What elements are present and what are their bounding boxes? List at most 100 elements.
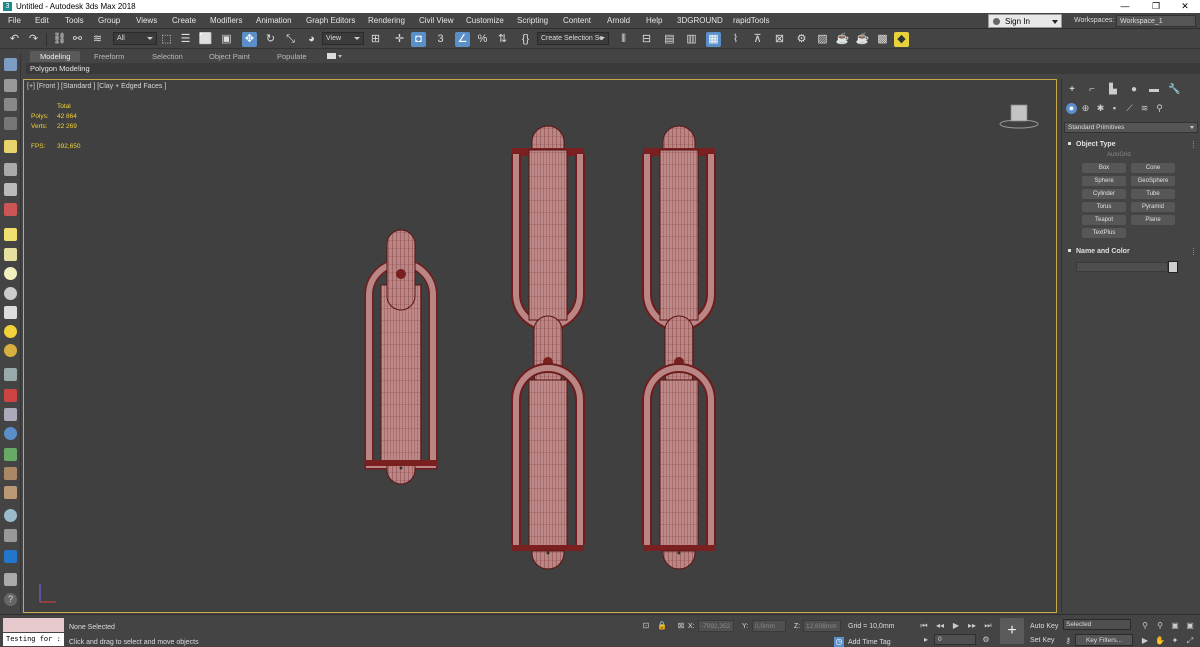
toggle-scene-explorer-icon[interactable]: ▤ xyxy=(662,32,677,47)
plant-icon[interactable] xyxy=(4,448,17,461)
cone-button[interactable]: Cone xyxy=(1131,163,1175,173)
menu-rapidtools[interactable]: rapidTools xyxy=(733,13,769,29)
pan-icon[interactable]: ✋ xyxy=(1155,636,1165,646)
undo-icon[interactable]: ↶ xyxy=(7,32,22,47)
sphere-button[interactable]: Sphere xyxy=(1082,176,1126,186)
tab-selection[interactable]: Selection xyxy=(148,51,187,62)
go-to-start-icon[interactable]: ⏮ xyxy=(919,621,929,631)
zoom-icon[interactable]: ⚲ xyxy=(1140,621,1150,631)
menu-3dground[interactable]: 3DGROUND xyxy=(677,13,723,29)
rendered-frame-window-icon[interactable]: ▨ xyxy=(815,32,830,47)
snaps-toggle-icon[interactable]: 3 xyxy=(433,32,448,47)
shapes-icon[interactable]: ⊕ xyxy=(1080,103,1091,114)
autogrid-checkbox[interactable]: AutoGrid xyxy=(1107,152,1131,158)
ribbon-sub-label[interactable]: Polygon Modeling xyxy=(30,63,90,74)
render-in-cloud-icon[interactable]: ▩ xyxy=(875,32,890,47)
paint-icon[interactable] xyxy=(4,389,17,402)
display-tab-icon[interactable]: ▬ xyxy=(1148,84,1160,96)
select-and-rotate-icon[interactable]: ↻ xyxy=(263,32,278,47)
menu-group[interactable]: Group xyxy=(98,13,120,29)
helper-icon[interactable] xyxy=(4,183,17,196)
torus-button[interactable]: Torus xyxy=(1082,202,1126,212)
menu-tools[interactable]: Tools xyxy=(65,13,84,29)
tab-freeform[interactable]: Freeform xyxy=(90,51,128,62)
hierarchy-tab-icon[interactable]: ▙ xyxy=(1107,84,1119,96)
plane-button[interactable]: Plane xyxy=(1131,215,1175,225)
zoom-extents-icon[interactable]: ▣ xyxy=(1170,621,1180,631)
object-list-icon[interactable] xyxy=(4,117,17,130)
previous-frame-icon[interactable]: ◂◂ xyxy=(935,621,945,631)
set-key-button[interactable]: Set Key xyxy=(1030,637,1055,644)
cone-light-icon[interactable] xyxy=(4,306,17,319)
key-mode-icon[interactable]: ▸ xyxy=(921,635,931,645)
ribbon-minimize-icon[interactable] xyxy=(327,53,336,59)
workspace-select[interactable]: Workspace_1 xyxy=(1116,15,1196,27)
toggle-layer-explorer-icon[interactable]: ▥ xyxy=(684,32,699,47)
redo-icon[interactable]: ↷ xyxy=(26,32,41,47)
z-coord-field[interactable]: 12,608mm xyxy=(803,620,841,632)
menu-edit[interactable]: Edit xyxy=(35,13,49,29)
render-iterative-icon[interactable]: ☕ xyxy=(855,32,870,47)
angle-snap-icon[interactable]: ∠ xyxy=(455,32,470,47)
walk-icon[interactable] xyxy=(4,467,17,480)
key-filters-button[interactable]: Key Filters... xyxy=(1075,634,1133,646)
pivot-center-icon[interactable]: ⊞ xyxy=(368,32,383,47)
menu-graph-editors[interactable]: Graph Editors xyxy=(306,13,355,29)
device-icon[interactable] xyxy=(4,573,17,586)
isolate-selection-icon[interactable]: ⊡ xyxy=(641,621,651,631)
sphere-light-icon[interactable] xyxy=(4,267,17,280)
absolute-mode-icon[interactable]: ⊠ xyxy=(676,621,686,631)
close-button[interactable]: ✕ xyxy=(1170,0,1200,13)
cameras-icon[interactable]: ▪ xyxy=(1109,103,1120,114)
space-warps-icon[interactable]: ≋ xyxy=(1139,103,1150,114)
menu-views[interactable]: Views xyxy=(136,13,157,29)
minimize-button[interactable]: — xyxy=(1110,0,1140,13)
object-name-field[interactable] xyxy=(1076,262,1168,272)
eye-icon[interactable] xyxy=(4,287,17,300)
menu-content[interactable]: Content xyxy=(563,13,591,29)
key-filter-icon[interactable]: ⚷ xyxy=(1063,636,1073,646)
sign-in-dropdown[interactable]: Sign In xyxy=(988,14,1062,28)
help-icon[interactable]: ? xyxy=(4,593,17,606)
tab-object-paint[interactable]: Object Paint xyxy=(205,51,254,62)
chain-link-pair-left[interactable] xyxy=(511,125,585,570)
go-to-end-icon[interactable]: ⏭ xyxy=(983,621,993,631)
selection-lock-icon[interactable]: 🔒 xyxy=(657,621,667,631)
select-and-place-icon[interactable]: ◕ xyxy=(304,32,319,47)
render-icon[interactable] xyxy=(4,529,17,542)
scene-explorer-icon[interactable] xyxy=(4,79,17,92)
chain-models[interactable] xyxy=(24,80,1057,613)
y-coord-field[interactable]: 0,0mm xyxy=(752,620,786,632)
menu-scripting[interactable]: Scripting xyxy=(517,13,548,29)
select-and-move-icon[interactable]: ✥ xyxy=(242,32,257,47)
select-and-scale-icon[interactable]: ⤡ xyxy=(283,32,298,47)
maxscript-input[interactable]: Testing for : xyxy=(3,633,64,646)
front-viewport[interactable]: [+] [Front ] [Standard ] [Clay + Edged F… xyxy=(23,79,1057,613)
toggle-ribbon-icon[interactable]: ▦ xyxy=(706,32,721,47)
zoom-extents-all-icon[interactable]: ▣ xyxy=(1185,621,1195,631)
named-selection-dropdown[interactable]: Create Selection Se xyxy=(537,32,609,45)
percent-snap-icon[interactable]: % xyxy=(475,32,490,47)
current-frame-field[interactable]: 0 xyxy=(934,634,976,645)
time-tag-icon[interactable]: ◷ xyxy=(834,637,844,647)
object-type-rollout[interactable]: Object Type xyxy=(1064,139,1197,150)
selection-set-dropdown[interactable]: Selected xyxy=(1063,619,1131,630)
selection-filter-dropdown[interactable]: All xyxy=(113,32,157,45)
material-editor-icon[interactable]: ⊠ xyxy=(772,32,787,47)
x-coord-field[interactable]: -7092,352 xyxy=(698,620,734,632)
menu-customize[interactable]: Customize xyxy=(466,13,504,29)
time-configuration-icon[interactable]: ⚙ xyxy=(981,635,991,645)
sun-icon[interactable] xyxy=(4,325,17,338)
motion-tab-icon[interactable]: ● xyxy=(1128,84,1140,96)
globe-icon[interactable] xyxy=(4,427,17,440)
maximize-button[interactable]: ❐ xyxy=(1141,0,1171,13)
link-icon[interactable]: ⛓ xyxy=(52,32,67,47)
mirror-icon[interactable]: ⫴ xyxy=(616,32,631,47)
modify-tab-icon[interactable]: ⌐ xyxy=(1086,84,1098,96)
ribbon-options-chevron-icon[interactable] xyxy=(338,55,342,58)
target-icon[interactable] xyxy=(4,344,17,357)
toggle-icon[interactable] xyxy=(4,550,17,563)
geometry-icon[interactable]: ● xyxy=(1066,103,1077,114)
render-production-icon[interactable]: ☕ xyxy=(835,32,850,47)
schematic-view-icon[interactable]: ⊼ xyxy=(750,32,765,47)
